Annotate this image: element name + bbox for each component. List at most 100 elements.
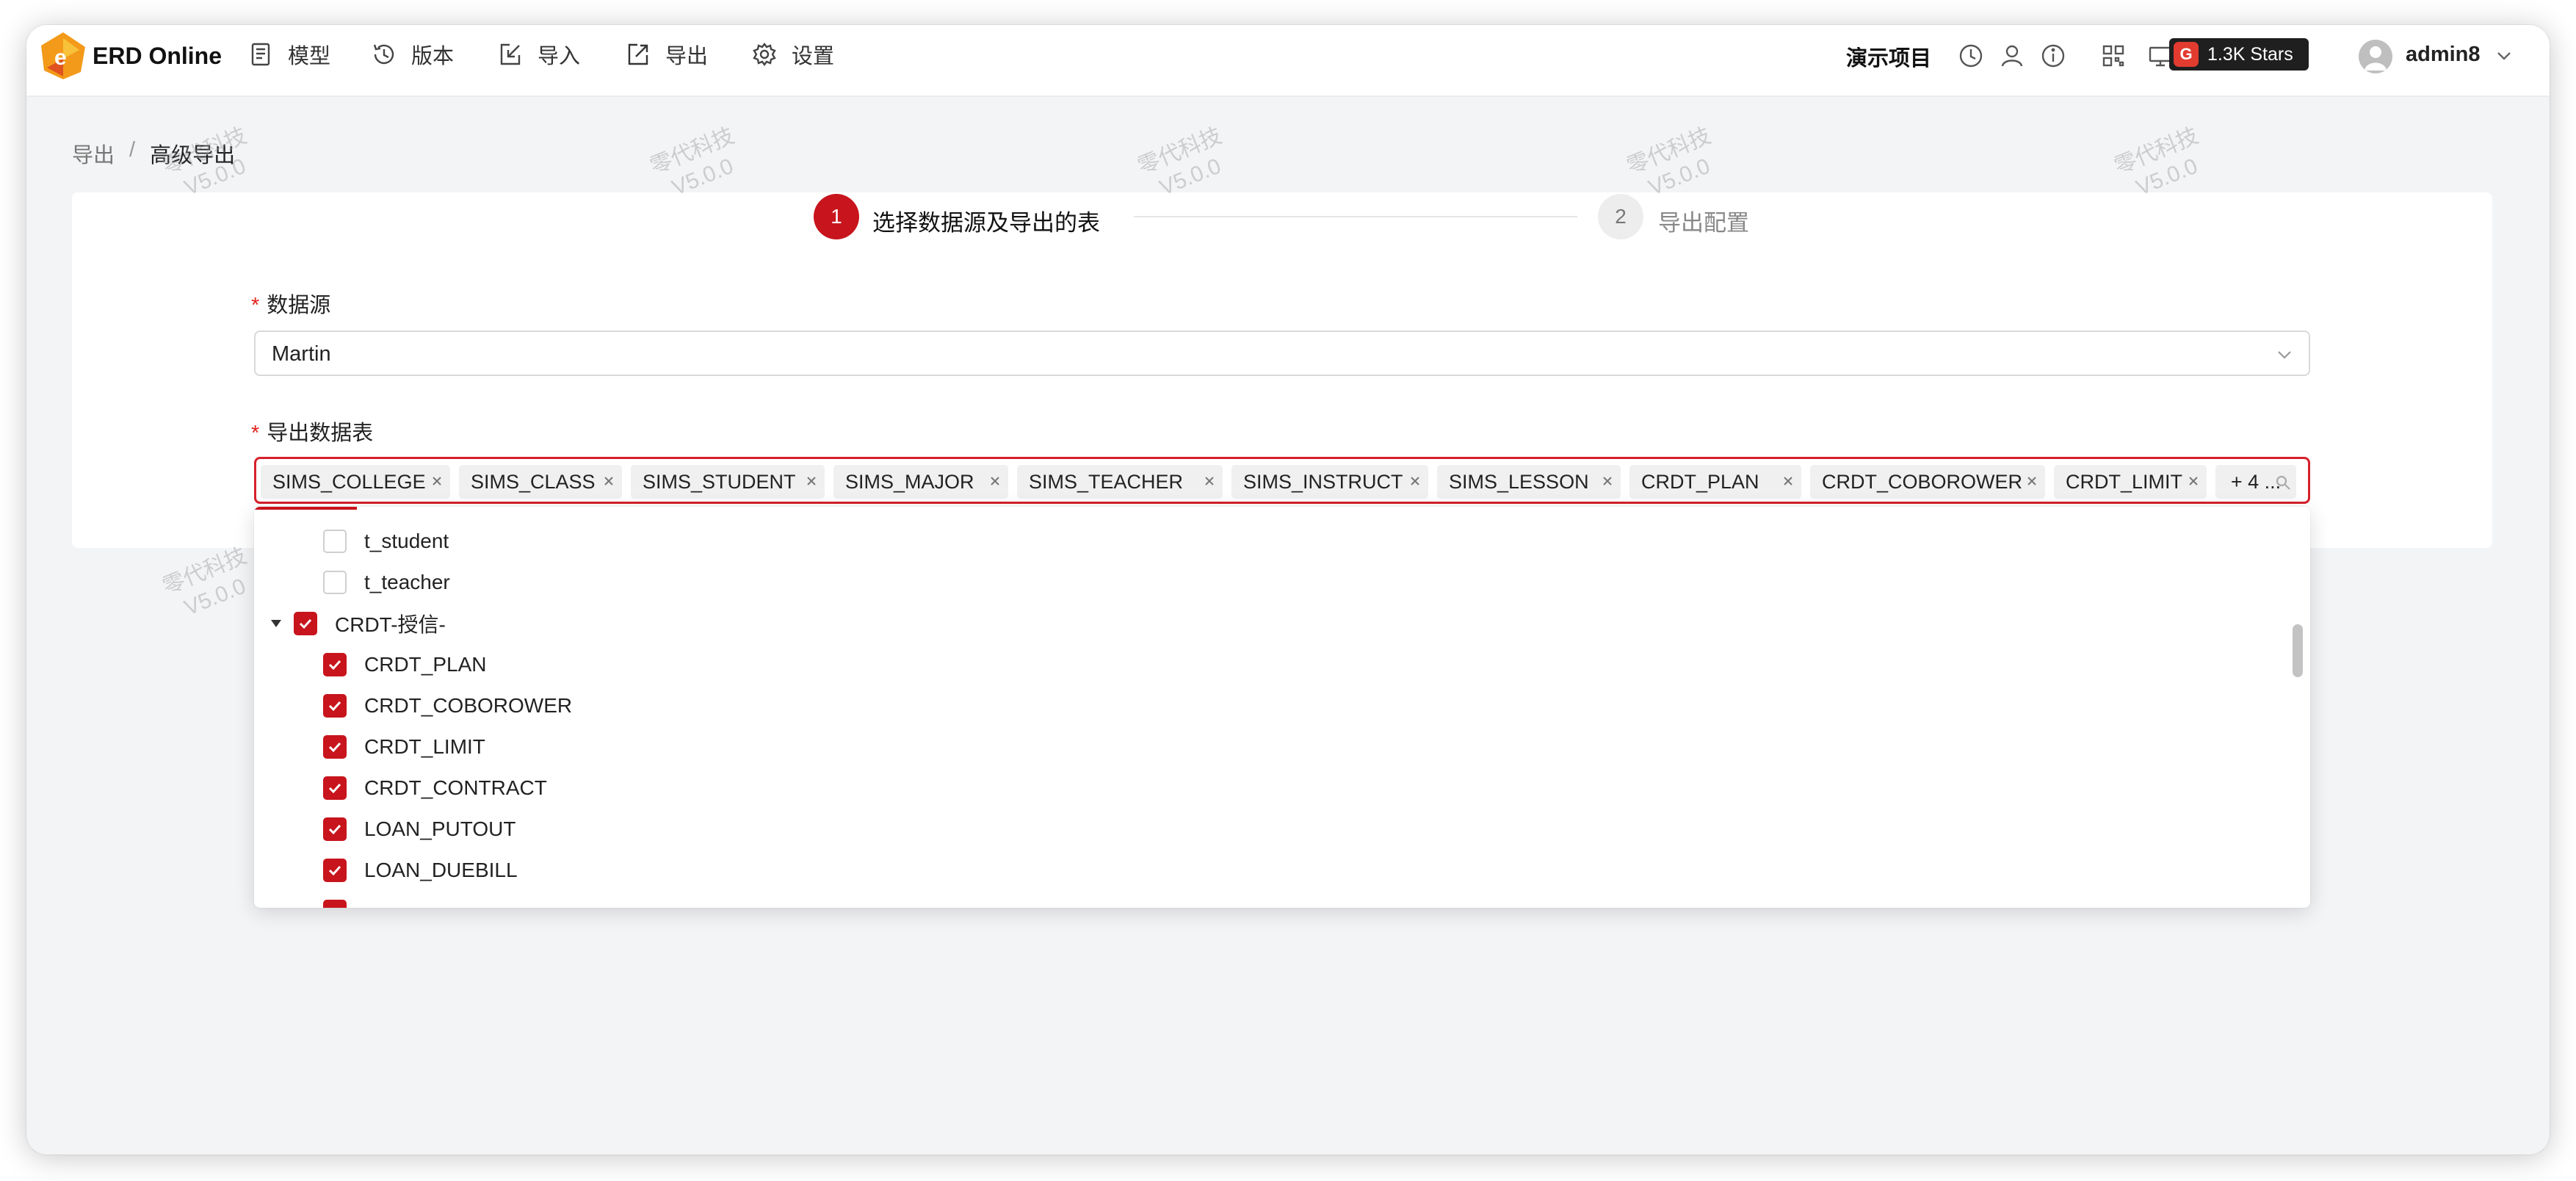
search-icon	[2276, 475, 2290, 490]
close-icon[interactable]	[988, 474, 1002, 488]
import-icon	[500, 43, 521, 65]
tag: CRDT_COBOROWER	[1810, 465, 2045, 499]
user-icon[interactable]	[1999, 43, 2025, 69]
check-icon	[299, 618, 312, 629]
tag: SIMS_CLASS	[459, 465, 622, 499]
nav-import-label: 导入	[538, 45, 581, 68]
breadcrumb-separator: /	[129, 138, 136, 162]
tree-node-label: LOAN_PUTOUT	[364, 817, 516, 840]
project-name[interactable]: 演示项目	[1846, 41, 1931, 72]
checkbox-checked[interactable]	[323, 817, 347, 841]
check-icon	[328, 742, 341, 753]
tag: CRDT_PLAN	[1629, 465, 1801, 499]
clock-icon[interactable]	[1958, 43, 1984, 69]
check-icon	[328, 865, 341, 876]
tree-node-label: LOAN_DUEBILL	[364, 859, 518, 881]
required-mark: *	[251, 422, 260, 445]
step-connector	[1134, 216, 1577, 217]
nav-version[interactable]: 版本	[372, 38, 454, 71]
info-icon[interactable]	[2040, 43, 2066, 69]
tables-tree-dropdown[interactable]: t_student t_teacher CRDT-授信- CRDT_PLAN C…	[254, 507, 2310, 908]
tag: SIMS_COLLEGE	[261, 465, 450, 499]
tree-node-partial[interactable]	[323, 893, 364, 908]
datasource-value: Martin	[272, 342, 331, 366]
datasource-label: * 数据源	[251, 294, 331, 317]
check-icon	[328, 783, 341, 794]
breadcrumb-export-link[interactable]: 导出	[72, 138, 115, 169]
tree-node-label: t_teacher	[364, 571, 450, 593]
tree-node-label: t_student	[364, 530, 449, 552]
nav-model[interactable]: 模型	[248, 38, 330, 71]
gitee-icon: G	[2174, 42, 2199, 67]
close-icon[interactable]	[2025, 474, 2039, 488]
tree-node-crdt-plan[interactable]: CRDT_PLAN	[323, 646, 486, 683]
close-icon[interactable]	[804, 474, 819, 488]
step-1-title: 选择数据源及导出的表	[872, 210, 1100, 236]
nav-settings[interactable]: 设置	[752, 38, 834, 71]
tables-multiselect[interactable]: SIMS_COLLEGE SIMS_CLASS SIMS_STUDENT SIM…	[254, 457, 2310, 504]
checkbox-checked[interactable]	[323, 859, 347, 882]
nav-export[interactable]: 导出	[626, 38, 708, 71]
username[interactable]: admin8	[2406, 43, 2481, 67]
close-icon[interactable]	[1202, 474, 1217, 488]
app-window: e ERD Online 模型 版本 导入 导出 设置 演示项目 G 1.3K …	[26, 25, 2550, 1155]
tree-node-crdt-group[interactable]: CRDT-授信-	[294, 605, 446, 642]
chevron-down-icon	[2278, 351, 2291, 359]
app-title[interactable]: ERD Online	[93, 43, 222, 70]
tree-node-crdt-contract[interactable]: CRDT_CONTRACT	[323, 770, 547, 806]
gear-icon	[753, 43, 776, 66]
tag: SIMS_STUDENT	[631, 465, 825, 499]
tables-label: * 导出数据表	[251, 422, 374, 445]
checkbox-checked[interactable]	[323, 776, 347, 800]
tag: SIMS_TEACHER	[1017, 465, 1223, 499]
checkbox[interactable]	[323, 530, 347, 553]
close-icon[interactable]	[1781, 474, 1795, 488]
svg-text:e: e	[54, 46, 67, 70]
tree-node-label: CRDT_COBOROWER	[364, 694, 573, 717]
chevron-down-icon[interactable]	[2494, 46, 2514, 66]
close-icon[interactable]	[2186, 474, 2201, 488]
close-icon[interactable]	[430, 474, 444, 488]
dropdown-scrollbar[interactable]	[2293, 624, 2303, 677]
tag: CRDT_LIMIT	[2054, 465, 2207, 499]
step-1-number: 1	[814, 194, 859, 239]
nav-settings-label: 设置	[792, 45, 835, 68]
caret-down-icon[interactable]	[270, 619, 282, 628]
book-icon	[251, 43, 270, 66]
nav-import[interactable]: 导入	[498, 38, 580, 71]
nav-model-label: 模型	[288, 45, 331, 68]
checkbox-checked[interactable]	[323, 653, 347, 676]
datasource-select[interactable]: Martin	[254, 331, 2310, 376]
watermark: 零代科技 V5.0.0	[159, 543, 250, 621]
avatar[interactable]	[2359, 40, 2392, 73]
avatar-user-icon	[2365, 46, 2387, 71]
tree-node-crdt-coborower[interactable]: CRDT_COBOROWER	[323, 687, 572, 724]
nav-export-label: 导出	[665, 45, 709, 68]
close-icon[interactable]	[601, 474, 616, 488]
tree-node-t-teacher[interactable]: t_teacher	[323, 564, 450, 601]
close-icon[interactable]	[1600, 474, 1615, 488]
checkbox[interactable]	[323, 571, 347, 594]
top-header: e ERD Online 模型 版本 导入 导出 设置 演示项目 G 1.3K …	[26, 25, 2550, 97]
tree-node-label: CRDT_LIMIT	[364, 735, 485, 758]
tree-node-label: CRDT-授信-	[335, 613, 446, 636]
check-icon	[328, 701, 341, 712]
checkbox-checked[interactable]	[323, 735, 347, 759]
dropdown-accent	[254, 507, 357, 510]
github-stars-badge[interactable]: G 1.3K Stars	[2169, 38, 2309, 71]
stars-count: 1.3K Stars	[2207, 43, 2293, 65]
erd-logo-icon: e	[41, 32, 85, 79]
close-icon[interactable]	[1408, 474, 1422, 488]
tree-node-label: CRDT_PLAN	[364, 653, 487, 676]
qrcode-icon[interactable]	[2100, 43, 2127, 69]
checkbox-checked[interactable]	[294, 612, 317, 635]
tree-node-t-student[interactable]: t_student	[323, 523, 449, 560]
checkbox-checked[interactable]	[323, 694, 347, 718]
tag: SIMS_MAJOR	[833, 465, 1008, 499]
tree-node-crdt-limit[interactable]: CRDT_LIMIT	[323, 729, 485, 765]
check-icon	[328, 824, 341, 835]
tree-node-loan-duebill[interactable]: LOAN_DUEBILL	[323, 852, 518, 889]
history-icon	[373, 44, 394, 65]
checkbox-checked[interactable]	[323, 900, 347, 908]
tree-node-loan-putout[interactable]: LOAN_PUTOUT	[323, 811, 515, 848]
